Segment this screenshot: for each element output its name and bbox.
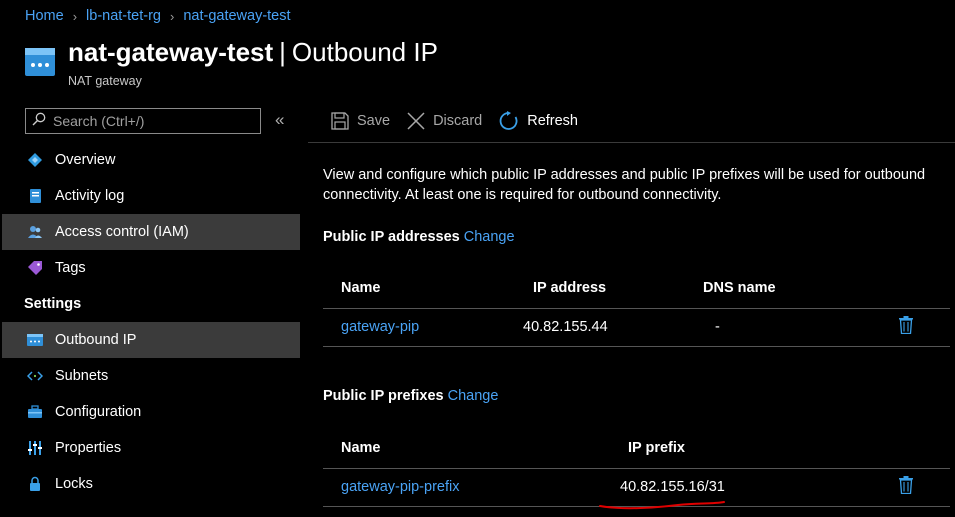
change-public-ips-link[interactable]: Change: [464, 229, 515, 245]
sidebar-item-label: Activity log: [55, 188, 125, 204]
sidebar-item-activity-log[interactable]: Activity log: [2, 178, 300, 214]
page-subtitle: NAT gateway: [68, 74, 142, 88]
configuration-icon: [27, 404, 43, 420]
sidebar-item-label: Subnets: [55, 368, 109, 384]
table-header-row: Name IP prefix: [323, 428, 950, 469]
public-ip-prefixes-heading: Public IP prefixes Change: [323, 388, 498, 404]
resource-name: nat-gateway-test: [68, 37, 274, 67]
sidebar-section-settings: Settings: [24, 296, 82, 312]
ip-address-cell: 40.82.155.44: [515, 308, 703, 347]
column-header-ip-prefix: IP prefix: [611, 428, 883, 469]
sidebar-nav: Overview Activity log Access control (IA…: [0, 142, 300, 502]
dns-name-cell: -: [703, 308, 883, 347]
command-bar: Save Discard Refresh: [331, 108, 595, 134]
sidebar-item-label: Locks: [55, 476, 93, 492]
discard-label: Discard: [433, 113, 483, 129]
save-button[interactable]: Save: [331, 112, 390, 130]
sidebar-item-label: Configuration: [55, 404, 142, 420]
section-title: Public IP addresses: [323, 229, 460, 245]
title-separator: |: [279, 37, 286, 67]
sidebar-item-properties[interactable]: Properties: [2, 430, 300, 466]
public-ip-prefix-name-link[interactable]: gateway-pip-prefix: [341, 479, 459, 495]
sidebar-item-access-control[interactable]: Access control (IAM): [2, 214, 300, 250]
public-ip-table: Name IP address DNS name gateway-pip 40.…: [323, 268, 950, 347]
activity-log-icon: [27, 188, 43, 204]
search-box[interactable]: [25, 108, 261, 134]
public-ip-prefix-table: Name IP prefix gateway-pip-prefix 40.82.…: [323, 428, 950, 507]
sidebar-item-configuration[interactable]: Configuration: [2, 394, 300, 430]
tag-icon: [27, 260, 43, 276]
refresh-button[interactable]: Refresh: [499, 111, 578, 131]
chevron-right-icon: ›: [169, 8, 175, 24]
column-header-actions: [883, 268, 950, 309]
sidebar-item-label: Tags: [55, 260, 86, 276]
toolbar-divider: [308, 142, 955, 143]
breadcrumb-nat-gateway[interactable]: nat-gateway-test: [183, 8, 290, 24]
sidebar-item-tags[interactable]: Tags: [2, 250, 300, 286]
sidebar-item-overview[interactable]: Overview: [2, 142, 300, 178]
column-header-name: Name: [323, 268, 515, 309]
breadcrumb-home[interactable]: Home: [25, 8, 64, 24]
collapse-sidebar-button[interactable]: «: [275, 110, 284, 130]
table-row: gateway-pip 40.82.155.44 -: [323, 308, 950, 347]
sidebar-item-label: Overview: [55, 152, 116, 168]
save-label: Save: [357, 113, 391, 129]
column-header-dns-name: DNS name: [703, 268, 883, 309]
public-ip-addresses-heading: Public IP addresses Change: [323, 229, 515, 245]
sidebar-item-label: Properties: [55, 440, 122, 456]
chevron-right-icon: ›: [72, 8, 78, 24]
delete-icon[interactable]: [898, 316, 914, 334]
column-header-name: Name: [323, 428, 611, 469]
page-name: Outbound IP: [291, 37, 438, 67]
refresh-label: Refresh: [527, 113, 578, 129]
discard-button[interactable]: Discard: [407, 112, 482, 130]
breadcrumb: Home › lb-nat-tet-rg › nat-gateway-test: [25, 8, 291, 24]
save-icon: [331, 112, 349, 130]
red-underline-annotation: [598, 498, 728, 516]
page-title: nat-gateway-test | Outbound IP: [68, 37, 438, 68]
change-public-prefixes-link[interactable]: Change: [448, 388, 499, 404]
lock-icon: [27, 476, 43, 492]
sidebar-item-label: Access control (IAM): [55, 224, 189, 240]
refresh-icon: [499, 111, 519, 131]
sidebar-item-subnets[interactable]: Subnets: [2, 358, 300, 394]
section-title: Public IP prefixes: [323, 388, 444, 404]
search-input[interactable]: [51, 112, 251, 130]
overview-icon: [27, 152, 43, 168]
column-header-ip-address: IP address: [515, 268, 703, 309]
nat-gateway-icon: [25, 48, 55, 76]
column-header-actions: [883, 428, 950, 469]
sidebar-item-locks[interactable]: Locks: [2, 466, 300, 502]
page-description: View and configure which public IP addre…: [323, 167, 926, 203]
breadcrumb-resource-group[interactable]: lb-nat-tet-rg: [86, 8, 161, 24]
delete-icon[interactable]: [898, 476, 914, 494]
search-icon: [32, 112, 46, 131]
sidebar-item-label: Outbound IP: [55, 332, 137, 348]
close-icon: [407, 112, 425, 130]
table-header-row: Name IP address DNS name: [323, 268, 950, 309]
iam-icon: [27, 224, 43, 240]
subnets-icon: [27, 368, 43, 384]
outbound-ip-icon: [27, 332, 43, 348]
sidebar-item-outbound-ip[interactable]: Outbound IP: [2, 322, 300, 358]
properties-icon: [27, 440, 43, 456]
public-ip-name-link[interactable]: gateway-pip: [341, 319, 419, 335]
